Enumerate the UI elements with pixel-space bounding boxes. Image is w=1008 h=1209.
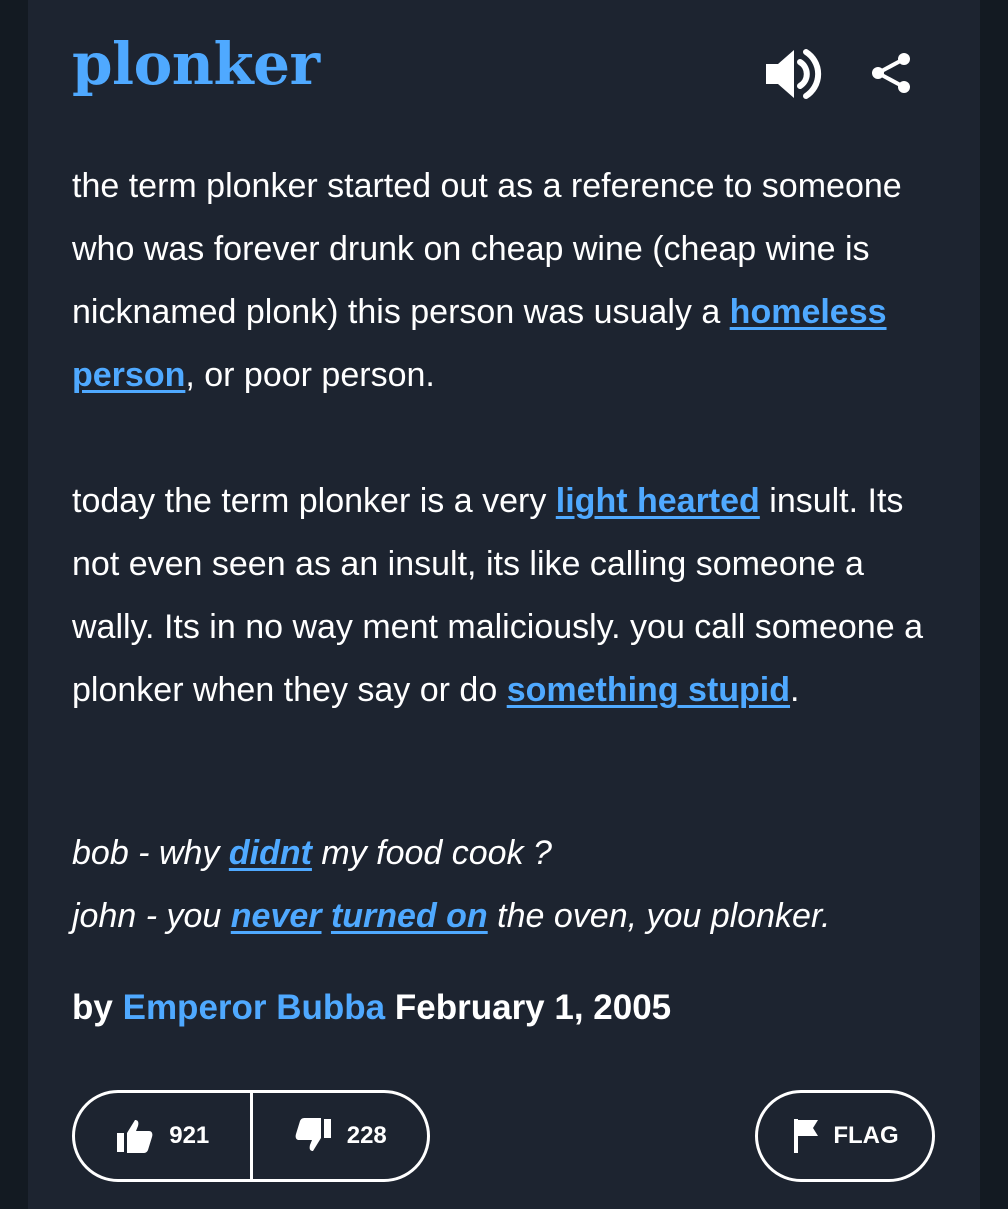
term-link[interactable]: something stupid [507, 671, 790, 709]
share-icon[interactable] [868, 50, 914, 96]
term-link[interactable]: light hearted [556, 482, 760, 520]
upvote-count: 921 [169, 1122, 210, 1149]
thumbs-up-icon [117, 1120, 153, 1153]
term-link[interactable]: never [231, 897, 322, 935]
flag-icon [794, 1119, 819, 1153]
example-line: john - you never turned on the oven, you… [72, 897, 831, 935]
meaning-paragraph: the term plonker started out as a refere… [72, 167, 902, 394]
definition-example: bob - why didnt my food cook ? john - yo… [72, 822, 952, 948]
meaning-paragraph: today the term plonker is a very light h… [72, 482, 923, 709]
downvote-count: 228 [346, 1122, 387, 1149]
contributor-byline: by Emperor Bubba February 1, 2005 [72, 988, 671, 1028]
example-line: bob - why didnt my food cook ? [72, 834, 552, 872]
upvote-button[interactable]: 921 [75, 1093, 253, 1179]
thumbs-down-icon [295, 1118, 331, 1151]
vote-buttons: 921 228 [72, 1090, 430, 1182]
speaker-icon[interactable] [762, 44, 822, 104]
author-link[interactable]: Emperor Bubba [123, 988, 386, 1027]
flag-button[interactable]: FLAG [755, 1090, 935, 1182]
flag-label: FLAG [833, 1122, 899, 1149]
downvote-button[interactable]: 228 [253, 1093, 428, 1179]
term-link[interactable]: turned on [331, 897, 488, 935]
definition-meaning: the term plonker started out as a refere… [72, 155, 942, 722]
word-title[interactable]: plonker [72, 30, 320, 98]
by-label: by [72, 988, 113, 1027]
term-link[interactable]: didnt [229, 834, 312, 872]
date: February 1, 2005 [394, 988, 672, 1027]
term-link[interactable]: homeless person [72, 293, 887, 394]
